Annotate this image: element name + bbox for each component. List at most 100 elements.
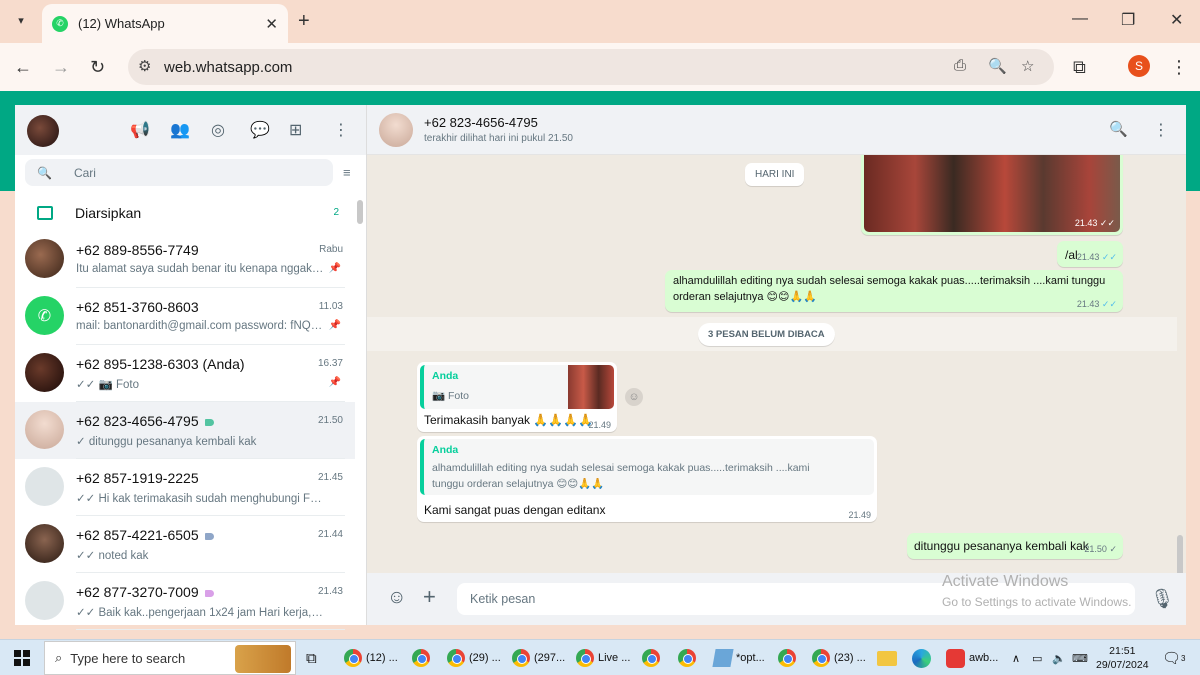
avatar (25, 239, 64, 278)
menu-icon[interactable]: ⋮ (333, 120, 349, 140)
chat-time: 21.43 (317, 586, 343, 597)
forward-button[interactable]: → (52, 57, 70, 78)
browser-tab-whatsapp[interactable]: ✆ (12) WhatsApp ✕ (42, 4, 288, 43)
clock-time: 21:51 (1109, 645, 1136, 657)
search-input[interactable]: 🔍 Cari (25, 159, 333, 186)
pin-icon: 📌 (328, 263, 341, 274)
taskbar-explorer-item[interactable] (877, 646, 897, 670)
sidebar-header: 📢 👥 ◎ 💬 ⊞ ⋮ (15, 105, 366, 155)
chat-item[interactable]: +62 895-1238-6303 (Anda) 16.37 ✓✓ 📷 Foto… (15, 345, 355, 402)
keyboard-icon[interactable]: ⌨ (1072, 646, 1088, 670)
notifications-icon[interactable]: 🗨 3 (1162, 646, 1186, 670)
conversation-scrollbar[interactable] (1177, 535, 1183, 573)
battery-icon[interactable]: ▭ (1032, 646, 1042, 670)
microphone-icon[interactable]: 🎙 (1150, 587, 1174, 611)
close-window-button[interactable]: ✕ (1170, 10, 1183, 30)
message-text: ditunggu pesananya kembali kak (914, 539, 1089, 553)
chat-item[interactable]: +62 857-4221-6505 21.44 ✓✓ noted kak (15, 516, 355, 573)
minimize-button[interactable]: — (1072, 10, 1088, 28)
communities-icon[interactable]: 👥 (170, 120, 190, 140)
incoming-reply-message[interactable]: Anda 📷 Foto Terimakasih banyak 🙏🙏🙏🙏 21.4… (417, 362, 617, 432)
chat-item[interactable]: +62 857-1919-2225 21.45 ✓✓ Hi kak terima… (15, 459, 355, 516)
channels-icon[interactable]: 📢 (130, 120, 150, 140)
quoted-message[interactable]: Anda 📷 Foto (420, 365, 614, 409)
new-tab-button[interactable]: + (298, 10, 310, 33)
volume-icon[interactable]: 🔈 (1052, 646, 1066, 670)
edge-icon (912, 648, 931, 668)
profile-avatar[interactable]: S (1128, 55, 1150, 77)
contact-avatar[interactable] (379, 113, 413, 147)
chat-name: +62 857-1919-2225 (76, 470, 199, 486)
filter-icon[interactable]: ≡ (343, 165, 351, 180)
my-avatar[interactable] (27, 115, 59, 147)
conversation-header[interactable]: +62 823-4656-4795 terakhir dilihat hari … (367, 105, 1186, 155)
archived-label: Diarsipkan (75, 204, 142, 221)
taskbar-edge-item[interactable] (912, 646, 931, 670)
chat-item[interactable]: ✆ +62 851-3760-8603 11.03 mail: bantonar… (15, 288, 355, 345)
react-emoji-icon[interactable]: ☺ (625, 388, 643, 406)
task-view-icon[interactable]: ⧉ (306, 646, 317, 670)
taskbar-chrome-item[interactable]: (23) ... (812, 646, 866, 670)
taskbar-chrome-item[interactable]: (12) ... (344, 646, 398, 670)
incoming-reply-message[interactable]: Anda alhamdulillah editing nya sudah sel… (417, 436, 877, 522)
emoji-icon[interactable]: ☺ (387, 587, 406, 609)
quoted-message[interactable]: Anda alhamdulillah editing nya sudah sel… (420, 439, 874, 495)
bookmark-star-icon[interactable]: ☆ (1021, 57, 1034, 75)
archived-chats[interactable]: Diarsipkan 2 (15, 195, 355, 230)
taskbar-chrome-item[interactable] (678, 646, 700, 670)
address-bar[interactable]: ⚙ web.whatsapp.com ⎙ 🔍 ☆ (128, 49, 1054, 85)
taskbar-item-label: (12) ... (366, 652, 398, 664)
taskbar-item-label: (297... (534, 652, 566, 664)
message-time: 21.43 ✓✓ (1077, 299, 1117, 310)
windows-taskbar: ⌕ Type here to search ⧉ (12) ... (29) ..… (0, 639, 1200, 675)
taskbar-chrome-item[interactable]: Live ... (576, 646, 630, 670)
taskbar-app-item[interactable]: awb... (946, 646, 998, 670)
taskbar-chrome-item[interactable] (642, 646, 664, 670)
taskbar-notepad-item[interactable]: *opt... (712, 646, 765, 670)
extensions-icon[interactable]: ⧉ (1073, 57, 1086, 78)
reload-button[interactable]: ↻ (90, 57, 105, 78)
chat-name-text: +62 857-4221-6505 (76, 527, 199, 543)
outgoing-message[interactable]: alhamdulillah editing nya sudah selesai … (665, 270, 1123, 312)
attach-plus-icon[interactable]: + (423, 584, 436, 610)
channels-chat-icon[interactable]: 💬 (250, 120, 270, 140)
windows-start-icon[interactable] (14, 650, 30, 666)
taskbar-chrome-item[interactable]: (297... (512, 646, 565, 670)
quoted-text-line2: tunggu orderan selajutnya 😊😊🙏🙏 (432, 478, 605, 490)
taskbar-chrome-item[interactable] (778, 646, 800, 670)
outgoing-message[interactable]: /al 21.43 ✓✓ (1057, 241, 1123, 267)
new-chat-icon[interactable]: ⊞ (289, 120, 302, 140)
taskbar-search[interactable]: ⌕ Type here to search (44, 641, 296, 675)
app-icon (946, 648, 965, 668)
image-message[interactable]: 21.43 ✓✓ (861, 155, 1123, 235)
restore-button[interactable]: ❐ (1121, 10, 1135, 30)
outgoing-message[interactable]: ditunggu pesananya kembali kak 21.50 ✓ (907, 533, 1123, 559)
chat-preview: ✓✓ noted kak (76, 550, 149, 562)
date-divider: HARI INI (745, 163, 805, 186)
install-app-icon[interactable]: ⎙ (954, 57, 966, 74)
chat-preview: mail: bantonardith@gmail.com password: f… (76, 320, 324, 332)
chat-list: +62 889-8556-7749 Rabu Itu alamat saya s… (15, 231, 355, 630)
taskbar-item-label: awb... (969, 652, 999, 664)
back-button[interactable]: ← (14, 57, 32, 78)
taskbar-clock[interactable]: 21:51 29/07/2024 (1096, 644, 1149, 672)
zoom-icon[interactable]: 🔍 (988, 57, 1007, 75)
status-icon[interactable]: ◎ (211, 120, 225, 140)
chat-item[interactable]: +62 877-3270-7009 21.43 ✓✓ Baik kak..pen… (15, 573, 355, 630)
notepad-icon (712, 649, 734, 667)
site-info-icon[interactable]: ⚙ (138, 57, 151, 75)
show-hidden-icons-icon[interactable]: ∧ (1012, 646, 1020, 670)
chat-item[interactable]: +62 889-8556-7749 Rabu Itu alamat saya s… (15, 231, 355, 288)
browser-titlebar: ▾ ✆ (12) WhatsApp ✕ + — ❐ ✕ (0, 0, 1200, 43)
tab-list-button[interactable]: ▾ (10, 9, 32, 31)
browser-menu-icon[interactable]: ⋮ (1170, 57, 1188, 78)
chat-list-scrollbar[interactable] (357, 200, 363, 224)
menu-icon[interactable]: ⋮ (1153, 120, 1169, 140)
chat-item-selected[interactable]: +62 823-4656-4795 21.50 ✓ ditunggu pesan… (15, 402, 355, 459)
taskbar-chrome-item[interactable] (412, 646, 434, 670)
message-list: 21.43 ✓✓ HARI INI /al 21.43 ✓✓ alhamduli… (367, 155, 1186, 573)
search-icon[interactable]: 🔍 (1109, 120, 1128, 138)
close-tab-icon[interactable]: ✕ (265, 15, 278, 33)
taskbar-chrome-item[interactable]: (29) ... (447, 646, 501, 670)
conversation-panel: +62 823-4656-4795 terakhir dilihat hari … (367, 105, 1186, 625)
